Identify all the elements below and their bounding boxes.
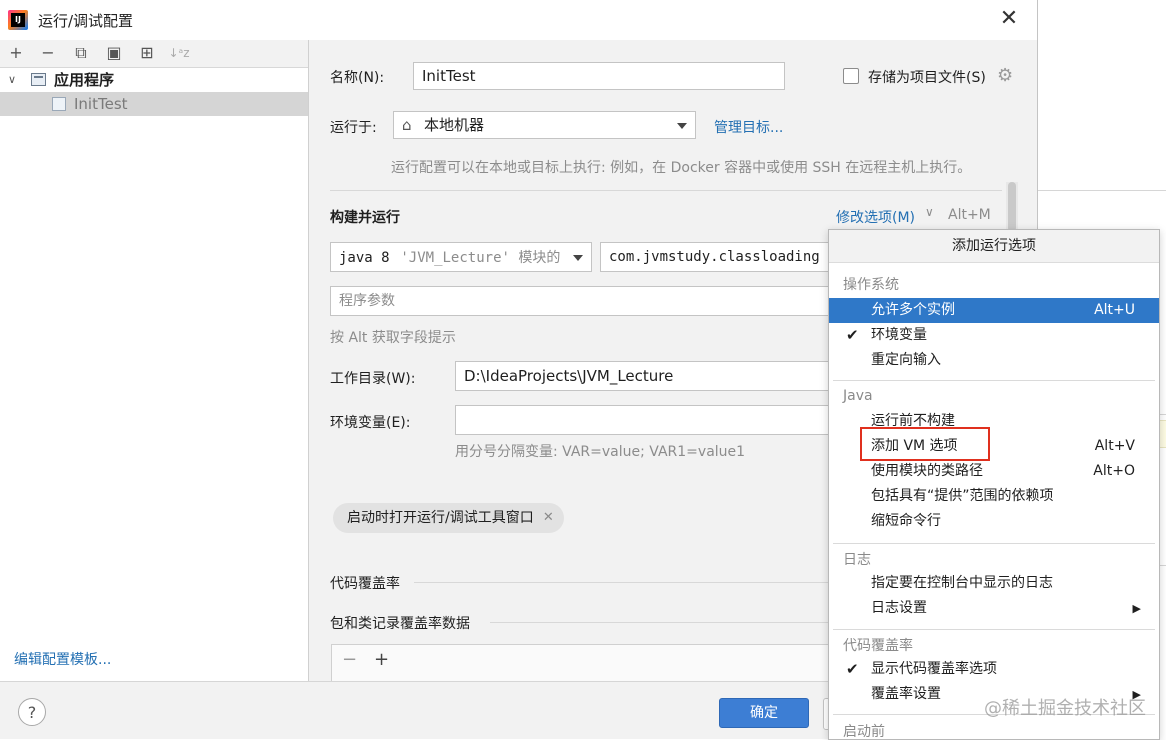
scrollbar-thumb[interactable] [1008, 182, 1016, 232]
close-icon[interactable]: ✕ [543, 503, 554, 533]
tree-item-inittest[interactable]: InitTest [0, 92, 308, 116]
chevron-down-icon [573, 255, 583, 261]
group-logs: 日志 [843, 552, 871, 568]
config-tree-panel: + − ⧉ ▣ ⊞ ↓ᵃz ∨ 应用程序 InitTest 编辑配置模板... [0, 40, 309, 681]
tree-item-label: InitTest [74, 95, 128, 113]
chevron-down-icon [677, 123, 687, 129]
highlight-annotation [860, 427, 990, 461]
coverage-pattern-table: − + [331, 644, 833, 686]
window-title: 运行/调试配置 [38, 12, 134, 30]
divider [330, 190, 1002, 191]
option-console-logs[interactable]: 指定要在控制台中显示的日志 [829, 571, 1159, 596]
workdir-label: 工作目录(W): [330, 371, 416, 387]
group-coverage: 代码覆盖率 [843, 638, 913, 654]
divider [833, 543, 1155, 544]
add-icon[interactable]: + [5, 42, 27, 64]
copy-icon[interactable]: ⧉ [70, 42, 92, 64]
manage-targets-link[interactable]: 管理目标... [714, 117, 783, 137]
name-input[interactable]: InitTest [413, 62, 785, 90]
divider [490, 622, 828, 623]
sort-icon[interactable]: ↓ᵃz [168, 42, 190, 64]
intellij-logo-icon [8, 10, 28, 30]
popup-title: 添加运行选项 [829, 230, 1159, 263]
title-bar: 运行/调试配置 ✕ [0, 0, 1037, 40]
option-shorten-cmdline[interactable]: 缩短命令行 [829, 509, 1159, 534]
name-label: 名称(N): [330, 70, 385, 86]
jdk-value: java 8 [339, 250, 390, 266]
env-input[interactable] [455, 405, 830, 435]
env-label: 环境变量(E): [330, 415, 411, 431]
chevron-down-icon[interactable]: ∨ [8, 68, 16, 92]
chevron-right-icon: ▶ [1132, 602, 1141, 615]
run-on-label: 运行于: [330, 120, 377, 136]
tree-toolbar: + − ⧉ ▣ ⊞ ↓ᵃz [0, 40, 308, 68]
home-icon: ⌂ [402, 116, 412, 134]
edit-templates-link[interactable]: 编辑配置模板... [14, 649, 111, 669]
jdk-module: 'JVM_Lecture' 模块的 [400, 250, 561, 266]
alt-hint: 按 Alt 获取字段提示 [330, 330, 456, 346]
background-divider [1037, 190, 1166, 191]
group-os: 操作系统 [843, 277, 899, 293]
run-on-select[interactable]: ⌂ 本地机器 [393, 111, 696, 139]
coverage-pkg-title: 包和类记录覆盖率数据 [330, 616, 470, 632]
help-button[interactable]: ? [18, 698, 46, 726]
divider [833, 629, 1155, 630]
option-provided-scope[interactable]: 包括具有“提供”范围的依赖项 [829, 484, 1159, 509]
build-run-title: 构建并运行 [330, 210, 400, 226]
workdir-input[interactable]: D:\IdeaProjects\JVM_Lecture [455, 361, 830, 391]
option-redirect-input[interactable]: 重定向输入 [829, 348, 1159, 373]
group-before-launch: 启动前 [843, 724, 885, 740]
option-show-coverage[interactable]: ✔ 显示代码覆盖率选项 [829, 657, 1159, 682]
option-env-vars[interactable]: ✔ 环境变量 [829, 323, 1159, 348]
tree-item-label: 应用程序 [54, 71, 115, 89]
close-icon[interactable]: ✕ [996, 6, 1022, 32]
store-project-checkbox[interactable] [843, 68, 859, 84]
ok-button[interactable]: 确定 [719, 698, 809, 728]
option-module-classpath[interactable]: 使用模块的类路径 Alt+O [829, 459, 1159, 484]
move-to-folder-icon[interactable]: ⊞ [136, 42, 158, 64]
jdk-select[interactable]: java 8 'JVM_Lecture' 模块的 [330, 242, 592, 272]
modify-options-shortcut: Alt+M [948, 207, 991, 223]
store-project-label: 存储为项目文件(S) [868, 70, 986, 86]
open-tool-window-chip[interactable]: 启动时打开运行/调试工具窗口 ✕ [333, 503, 564, 533]
gear-icon[interactable]: ⚙ [997, 67, 1013, 85]
remove-icon[interactable]: − [342, 649, 357, 670]
application-icon [31, 73, 46, 86]
save-icon[interactable]: ▣ [103, 42, 125, 64]
add-run-options-popup: 添加运行选项 操作系统 允许多个实例 Alt+U ✔ 环境变量 重定向输入 Ja… [828, 229, 1160, 740]
chevron-down-icon: ∨ [925, 205, 934, 219]
run-on-value: 本地机器 [424, 116, 485, 134]
divider [833, 380, 1155, 381]
divider [414, 582, 828, 583]
watermark: @稀土掘金技术社区 [984, 698, 1146, 719]
option-log-settings[interactable]: 日志设置 ▶ [829, 596, 1159, 621]
program-args-input[interactable]: 程序参数 [330, 286, 830, 316]
option-allow-multiple-instances[interactable]: 允许多个实例 Alt+U [829, 298, 1159, 323]
env-hint: 用分号分隔变量: VAR=value; VAR1=value1 [455, 444, 746, 460]
check-icon: ✔ [846, 326, 859, 344]
modify-options-link[interactable]: 修改选项(M) [836, 207, 915, 227]
run-on-hint: 运行配置可以在本地或目标上执行: 例如，在 Docker 容器中或使用 SSH … [391, 160, 972, 176]
remove-icon[interactable]: − [37, 42, 59, 64]
coverage-title: 代码覆盖率 [330, 576, 400, 592]
group-java: Java [843, 388, 873, 404]
main-class-input[interactable]: com.jvmstudy.classloading [600, 242, 832, 272]
check-icon: ✔ [846, 660, 859, 678]
class-icon [52, 97, 66, 111]
tree-item-application[interactable]: ∨ 应用程序 [0, 68, 308, 92]
chip-label: 启动时打开运行/调试工具窗口 [347, 510, 534, 526]
add-icon[interactable]: + [374, 649, 389, 670]
